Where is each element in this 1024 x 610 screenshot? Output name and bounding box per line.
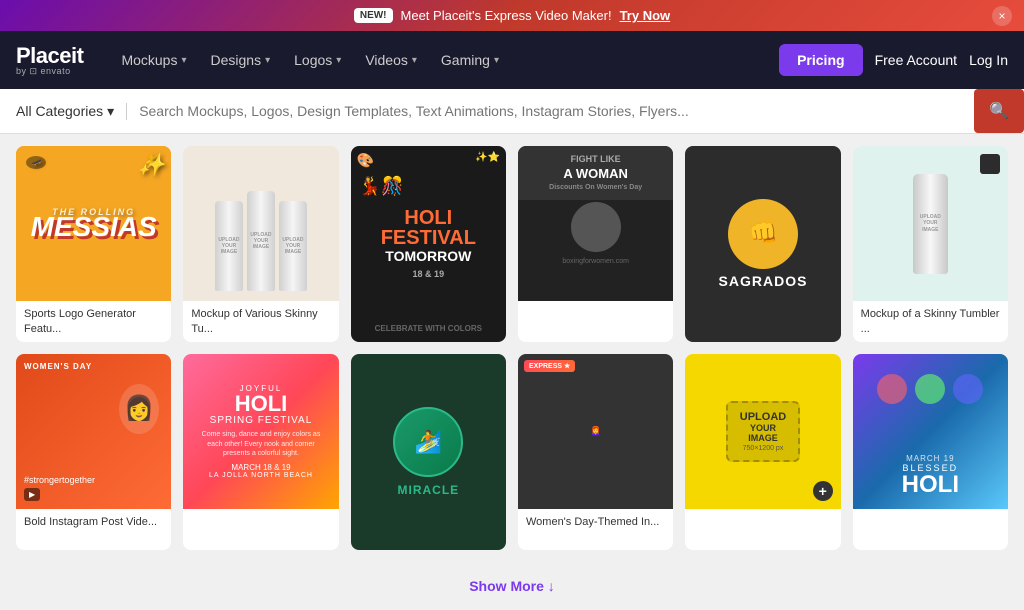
- nav-label-designs: Designs: [211, 52, 262, 68]
- search-input[interactable]: [139, 103, 962, 119]
- card-image-womens-themed: EXPRESS ★ 👩‍🦰: [518, 354, 673, 509]
- nav-item-logos[interactable]: Logos ▾: [284, 44, 351, 76]
- card-label-womens-themed: Women's Day-Themed In...: [518, 509, 673, 535]
- logo-sub: by ⊡ envato: [16, 67, 83, 76]
- card-image-holi-post: ✨⭐ 🎨 HOLI FESTIVAL TOMORROW 18 & 19 CELE…: [351, 146, 506, 342]
- card-surfing[interactable]: 🏄 MIRACLE Fun Logo Creator for a Sports.…: [351, 354, 506, 550]
- nav-item-videos[interactable]: Videos ▾: [355, 44, 427, 76]
- chevron-down-icon: ▾: [412, 55, 417, 66]
- card-sagrados[interactable]: 👊 SAGRADOS Logo Template with a Religio.…: [685, 146, 840, 342]
- sunglasses-icon: [980, 154, 1000, 174]
- category-dropdown[interactable]: All Categories ▾: [16, 103, 127, 120]
- nav-item-gaming[interactable]: Gaming ▾: [431, 44, 509, 76]
- card-image-sagrados: 👊 SAGRADOS: [685, 146, 840, 342]
- nav-label-videos: Videos: [365, 52, 408, 68]
- try-now-link[interactable]: Try Now: [620, 8, 671, 23]
- surfing-emblem: 🏄: [393, 407, 463, 477]
- card-image-tumbler2: UPLOADYOURIMAGE: [853, 146, 1008, 301]
- card-label-holi-gradient: [853, 509, 1008, 537]
- card-image-surfing: 🏄 MIRACLE: [351, 354, 506, 550]
- holi-title: HOLI FESTIVAL: [359, 208, 498, 248]
- card-image-holi-gradient: MARCH 19 BLESSED HOLI: [853, 354, 1008, 509]
- free-account-button[interactable]: Free Account: [875, 52, 958, 68]
- sagrados-text: SAGRADOS: [719, 273, 808, 289]
- category-label: All Categories: [16, 103, 103, 119]
- search-button[interactable]: 🔍: [974, 89, 1024, 133]
- card-womens-themed[interactable]: EXPRESS ★ 👩‍🦰 Women's Day-Themed In...: [518, 354, 673, 550]
- login-button[interactable]: Log In: [969, 52, 1008, 68]
- sagrados-emblem: 👊: [728, 199, 798, 269]
- tumbler-3: UPLOADYOURIMAGE: [279, 201, 307, 291]
- card-label-upload-yellow: [685, 509, 840, 537]
- card-label-messias: Sports Logo Generator Featu...: [16, 301, 171, 342]
- chevron-down-icon: ▾: [494, 55, 499, 66]
- announcement-message: Meet Placeit's Express Video Maker!: [401, 8, 612, 23]
- chevron-down-icon: ▾: [181, 55, 186, 66]
- messias-visual: THE ROLLING MESSIAS ✨ 🛹: [16, 146, 171, 301]
- card-label-tumbler2: Mockup of a Skinny Tumbler ...: [853, 301, 1008, 342]
- card-holi-gradient[interactable]: MARCH 19 BLESSED HOLI: [853, 354, 1008, 550]
- tumbler-1: UPLOADYOURIMAGE: [215, 201, 243, 291]
- nav-label-gaming: Gaming: [441, 52, 490, 68]
- card-tumbler2[interactable]: UPLOADYOURIMAGE Mockup of a Skinny Tumbl…: [853, 146, 1008, 342]
- chevron-down-icon: ▾: [336, 55, 341, 66]
- holi-tomorrow: TOMORROW: [385, 248, 471, 265]
- card-image-womens-fight: FIGHT LIKE A WOMAN Discounts On Women's …: [518, 146, 673, 301]
- card-label-womens-fight: [518, 301, 673, 329]
- card-womens-day-story[interactable]: WOMEN'S DAY #strongertogether ▶ 👩 Bold I…: [16, 354, 171, 550]
- show-more-button[interactable]: Show More ↓: [0, 562, 1024, 610]
- card-image-messias: THE ROLLING MESSIAS ✨ 🛹: [16, 146, 171, 301]
- nav-item-mockups[interactable]: Mockups ▾: [111, 44, 196, 76]
- nav-label-logos: Logos: [294, 52, 332, 68]
- card-upload-yellow[interactable]: UPLOAD YOUR IMAGE 750×1200 px +: [685, 354, 840, 550]
- card-image-womens-day-story: WOMEN'S DAY #strongertogether ▶ 👩: [16, 354, 171, 509]
- tumblers-visual: UPLOADYOURIMAGE UPLOADYOURIMAGE UPLOADYO…: [215, 146, 307, 301]
- header: Placeit by ⊡ envato Mockups ▾ Designs ▾ …: [0, 31, 1024, 89]
- new-badge: NEW!: [354, 8, 393, 23]
- plus-icon: +: [813, 481, 833, 501]
- chevron-down-icon: ▾: [265, 55, 270, 66]
- play-badge: ▶: [24, 488, 40, 501]
- nav-menu: Mockups ▾ Designs ▾ Logos ▾ Videos ▾ Gam…: [111, 44, 759, 76]
- search-bar: All Categories ▾ 🔍: [0, 89, 1024, 134]
- nav-label-mockups: Mockups: [121, 52, 177, 68]
- search-icon: 🔍: [989, 101, 1009, 121]
- tumbler-2: UPLOADYOURIMAGE: [247, 191, 275, 291]
- card-image-upload-yellow: UPLOAD YOUR IMAGE 750×1200 px +: [685, 354, 840, 509]
- card-label-womens-day-story: Bold Instagram Post Vide...: [16, 509, 171, 535]
- play-icon: ▶: [29, 490, 35, 499]
- card-womens-fight[interactable]: FIGHT LIKE A WOMAN Discounts On Women's …: [518, 146, 673, 342]
- card-holi-spring[interactable]: JOYFUL HOLI SPRING FESTIVAL Come sing, d…: [183, 354, 338, 550]
- logo-main: Placeit: [16, 45, 83, 67]
- surfing-text: MIRACLE: [397, 483, 459, 497]
- header-actions: Pricing Free Account Log In: [779, 44, 1008, 76]
- announcement-bar: NEW! Meet Placeit's Express Video Maker!…: [0, 0, 1024, 31]
- card-label-holi-spring: [183, 509, 338, 537]
- card-holi-post[interactable]: ✨⭐ 🎨 HOLI FESTIVAL TOMORROW 18 & 19 CELE…: [351, 146, 506, 342]
- card-messias[interactable]: THE ROLLING MESSIAS ✨ 🛹 Sports Logo Gene…: [16, 146, 171, 342]
- close-announcement-button[interactable]: ×: [992, 6, 1012, 26]
- nav-item-designs[interactable]: Designs ▾: [201, 44, 281, 76]
- pricing-button[interactable]: Pricing: [779, 44, 862, 76]
- card-tumblers[interactable]: UPLOADYOURIMAGE UPLOADYOURIMAGE UPLOADYO…: [183, 146, 338, 342]
- card-label-tumblers: Mockup of Various Skinny Tu...: [183, 301, 338, 342]
- card-grid: THE ROLLING MESSIAS ✨ 🛹 Sports Logo Gene…: [0, 134, 1024, 562]
- chevron-down-icon: ▾: [107, 103, 114, 120]
- express-badge: EXPRESS ★: [524, 360, 575, 372]
- card-image-tumblers: UPLOADYOURIMAGE UPLOADYOURIMAGE UPLOADYO…: [183, 146, 338, 301]
- logo[interactable]: Placeit by ⊡ envato: [16, 45, 83, 76]
- card-image-holi-spring: JOYFUL HOLI SPRING FESTIVAL Come sing, d…: [183, 354, 338, 509]
